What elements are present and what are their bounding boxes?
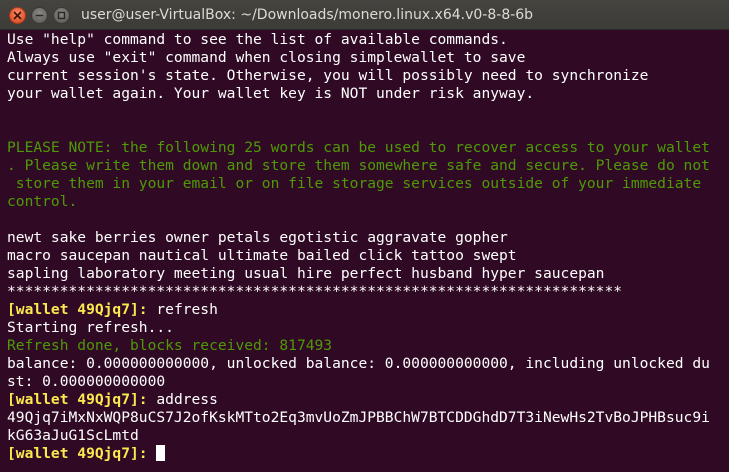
- output-line: your wallet again. Your wallet key is NO…: [7, 85, 535, 102]
- output-line: sapling laboratory meeting usual hire pe…: [7, 265, 605, 282]
- output-line: Starting refresh...: [7, 319, 174, 336]
- output-line: newt sake berries owner petals egotistic…: [7, 229, 508, 246]
- maximize-button[interactable]: [53, 7, 70, 24]
- wallet-address-continued: kG63aJuG1ScLmtd: [7, 427, 139, 444]
- output-line: macro saucepan nautical ultimate bailed …: [7, 247, 517, 264]
- output-line: ****************************************…: [7, 283, 623, 300]
- notice-line: store them in your email or on file stor…: [7, 175, 702, 192]
- prompt-line-address: [wallet 49Qjq7]: address: [7, 391, 729, 409]
- balance-line-continued: st: 0.000000000000: [7, 373, 166, 390]
- command-text: address: [147, 391, 218, 408]
- wallet-address: 49Qjq7iMxNxWQP8uCS7J2ofKskMTto2Eq3mvUoZm…: [7, 409, 710, 426]
- window-title: user@user-VirtualBox: ~/Downloads/monero…: [81, 7, 534, 23]
- notice-line: . Please write them down and store them …: [7, 157, 710, 174]
- close-icon: [13, 11, 22, 20]
- close-button[interactable]: [9, 7, 26, 24]
- output-line: Use "help" command to see the list of av…: [7, 31, 508, 48]
- title-bar[interactable]: user@user-VirtualBox: ~/Downloads/monero…: [0, 0, 729, 30]
- output-line: Always use "exit" command when closing s…: [7, 49, 526, 66]
- output-line: current session's state. Otherwise, you …: [7, 67, 649, 84]
- balance-line: balance: 0.000000000000, unlocked balanc…: [7, 355, 710, 372]
- maximize-icon: [57, 11, 66, 20]
- minimize-button[interactable]: [31, 7, 48, 24]
- text-cursor: [156, 445, 166, 461]
- command-text: refresh: [147, 301, 218, 318]
- terminal-output[interactable]: Use "help" command to see the list of av…: [7, 31, 729, 472]
- terminal-window: user@user-VirtualBox: ~/Downloads/monero…: [0, 0, 729, 472]
- prompt-line-refresh: [wallet 49Qjq7]: refresh: [7, 301, 729, 319]
- scrollbar[interactable]: [724, 30, 729, 472]
- wallet-prompt: [wallet 49Qjq7]:: [7, 391, 148, 408]
- intro-output: Use "help" command to see the list of av…: [7, 31, 729, 301]
- refresh-status: Refresh done, blocks received: 817493: [7, 337, 333, 354]
- notice-line: PLEASE NOTE: the following 25 words can …: [7, 139, 710, 156]
- notice-line: control.: [7, 193, 78, 210]
- minimize-icon: [35, 14, 44, 17]
- wallet-prompt: [wallet 49Qjq7]:: [7, 301, 148, 318]
- wallet-prompt: [wallet 49Qjq7]:: [7, 445, 148, 462]
- active-prompt-line[interactable]: [wallet 49Qjq7]:: [7, 445, 729, 463]
